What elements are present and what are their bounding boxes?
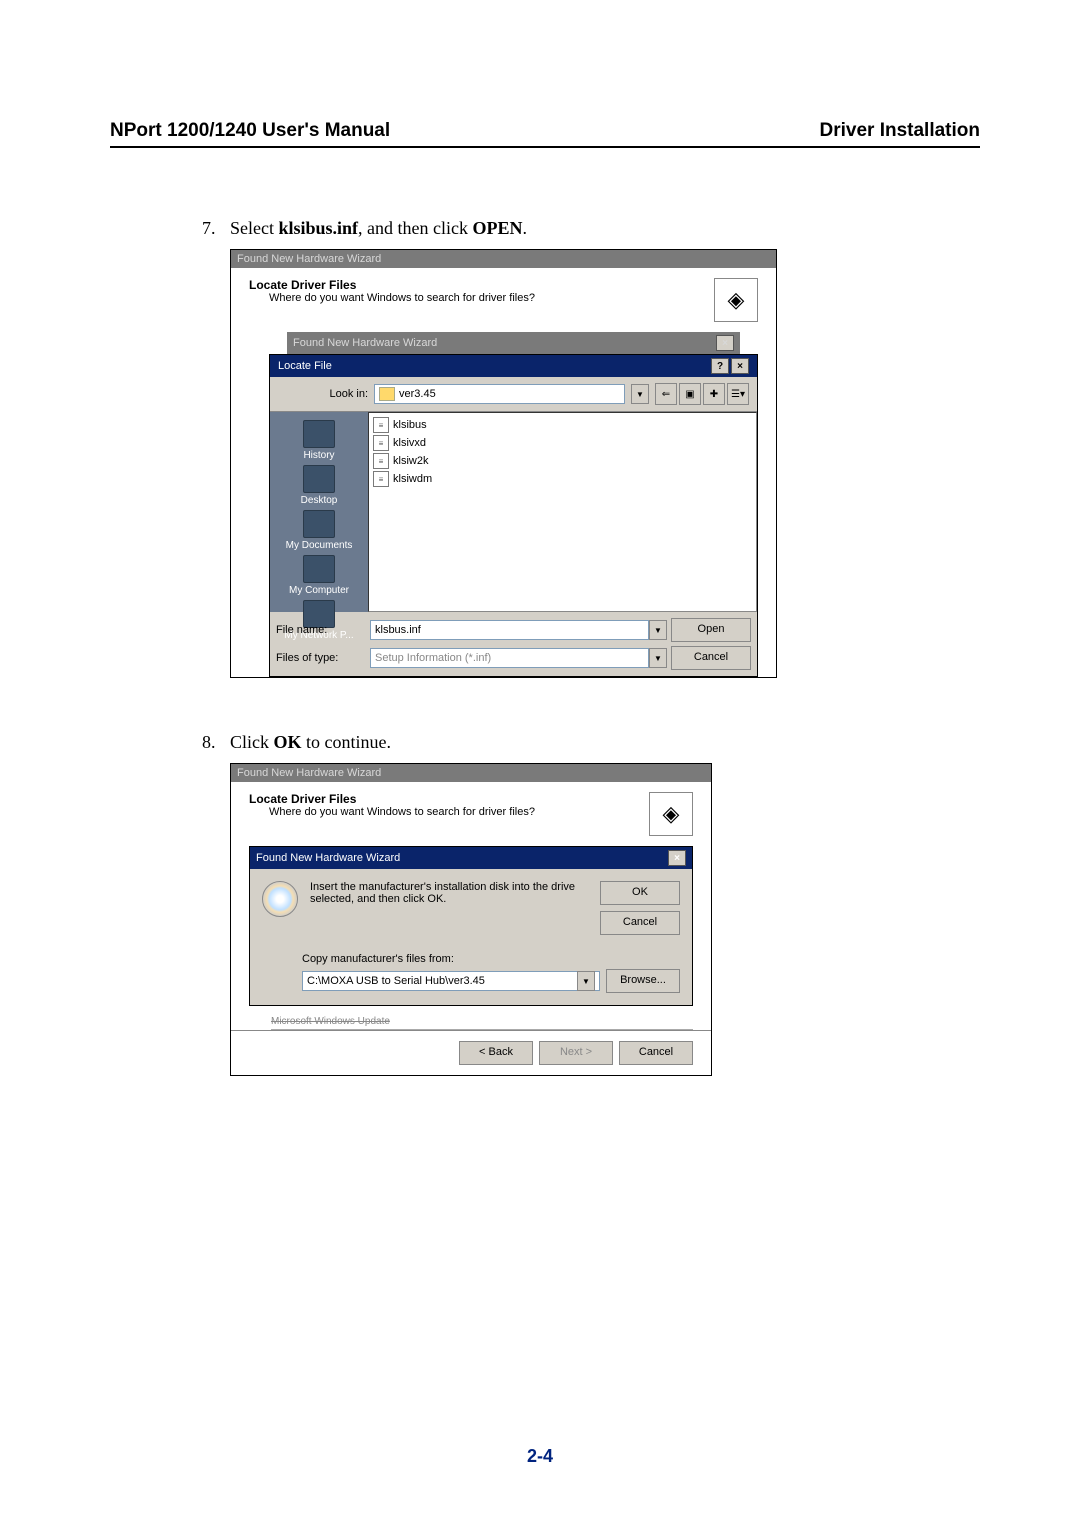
file-list[interactable]: ≡klsibus ≡klsivxd ≡klsiw2k ≡klsiwdm <box>368 412 757 612</box>
wizard-icon: ◈ <box>649 792 693 836</box>
cancel-button[interactable]: Cancel <box>671 646 751 670</box>
close-icon[interactable]: × <box>716 335 734 351</box>
open-button[interactable]: Open <box>671 618 751 642</box>
wizard-subheader: Locate Driver Files Where do you want Wi… <box>231 268 776 332</box>
insert-disk-dialog: Found New Hardware Wizard × Insert the m… <box>249 846 693 1006</box>
inner-inactive-titlebar: Found New Hardware Wizard × <box>287 332 740 354</box>
insert-disk-titlebar: Found New Hardware Wizard × <box>250 847 692 869</box>
insert-disk-message: Insert the manufacturer's installation d… <box>310 881 592 905</box>
folder-icon <box>379 387 395 401</box>
browse-button[interactable]: Browse... <box>606 969 680 993</box>
back-icon[interactable]: ⇐ <box>655 383 677 405</box>
copy-from-combo[interactable]: C:\MOXA USB to Serial Hub\ver3.45 ▼ <box>302 971 600 991</box>
ok-button[interactable]: OK <box>600 881 680 905</box>
locate-driver-caption: Where do you want Windows to search for … <box>269 292 535 304</box>
lookin-combo[interactable]: ver3.45 <box>374 384 625 404</box>
inf-file-icon: ≡ <box>373 471 389 487</box>
cancel-button[interactable]: Cancel <box>600 911 680 935</box>
inf-file-icon: ≡ <box>373 417 389 433</box>
locate-driver-title-2: Locate Driver Files <box>249 792 535 806</box>
place-mycomputer[interactable]: My Computer <box>289 555 349 596</box>
views-icon[interactable]: ☰▾ <box>727 383 749 405</box>
history-icon <box>303 420 335 448</box>
back-button[interactable]: < Back <box>459 1041 533 1065</box>
outer-titlebar-2: Found New Hardware Wizard <box>231 764 711 782</box>
wizard-dialog-2: Found New Hardware Wizard Locate Driver … <box>230 763 712 1076</box>
close-icon[interactable]: × <box>731 358 749 374</box>
help-icon[interactable]: ? <box>711 358 729 374</box>
step-8-text: Click OK to continue. <box>230 732 391 753</box>
dropdown-icon[interactable]: ▼ <box>577 971 595 991</box>
mycomputer-icon <box>303 555 335 583</box>
filetype-label: Files of type: <box>276 652 366 664</box>
header-left: NPort 1200/1240 User's Manual <box>110 120 390 142</box>
locate-file-titlebar: Locate File ? × <box>270 355 757 377</box>
lookin-value: ver3.45 <box>399 388 436 400</box>
filetype-input[interactable]: Setup Information (*.inf) <box>370 648 649 668</box>
step-7-num: 7. <box>202 218 230 239</box>
inf-file-icon: ≡ <box>373 435 389 451</box>
screenshot-1: Found New Hardware Wizard Locate Driver … <box>230 249 980 678</box>
filename-label: File name: <box>276 624 366 636</box>
newfolder-icon[interactable]: ✚ <box>703 383 725 405</box>
desktop-icon <box>303 465 335 493</box>
copy-from-label: Copy manufacturer's files from: <box>302 953 680 965</box>
outer-titlebar: Found New Hardware Wizard <box>231 250 776 268</box>
file-klsivxd[interactable]: ≡klsivxd <box>373 435 426 451</box>
places-bar: History Desktop My Documents My Computer… <box>270 412 368 612</box>
locate-driver-title: Locate Driver Files <box>249 278 535 292</box>
cd-icon <box>262 881 298 917</box>
wizard-icon: ◈ <box>714 278 758 322</box>
place-desktop[interactable]: Desktop <box>301 465 338 506</box>
locate-file-dialog: Locate File ? × Look in: ver3.45 ▼ <box>269 354 758 677</box>
file-klsibus[interactable]: ≡klsibus <box>373 417 427 433</box>
page-header: NPort 1200/1240 User's Manual Driver Ins… <box>110 120 980 148</box>
place-mydocuments[interactable]: My Documents <box>286 510 353 551</box>
wizard-dialog-outer: Found New Hardware Wizard Locate Driver … <box>230 249 777 678</box>
close-icon[interactable]: × <box>668 850 686 866</box>
header-right: Driver Installation <box>820 120 981 142</box>
dropdown-icon[interactable]: ▼ <box>631 384 649 404</box>
cancel-button[interactable]: Cancel <box>619 1041 693 1065</box>
screenshot-2: Found New Hardware Wizard Locate Driver … <box>230 763 980 1076</box>
filename-dropdown-icon[interactable]: ▼ <box>649 620 667 640</box>
file-klsiw2k[interactable]: ≡klsiw2k <box>373 453 428 469</box>
filename-input[interactable]: klsbus.inf <box>370 620 649 640</box>
inf-file-icon: ≡ <box>373 453 389 469</box>
step-7: 7. Select klsibus.inf, and then click OP… <box>202 218 980 239</box>
page-number: 2-4 <box>0 1446 1080 1467</box>
muted-option-row: Microsoft Windows Update <box>271 1016 693 1030</box>
filetype-dropdown-icon[interactable]: ▼ <box>649 648 667 668</box>
wizard-footer: < Back Next > Cancel <box>231 1030 711 1075</box>
up-icon[interactable]: ▣ <box>679 383 701 405</box>
file-klsiwdm[interactable]: ≡klsiwdm <box>373 471 432 487</box>
step-7-text: Select klsibus.inf, and then click OPEN. <box>230 218 527 239</box>
next-button[interactable]: Next > <box>539 1041 613 1065</box>
mydocuments-icon <box>303 510 335 538</box>
lookin-row: Look in: ver3.45 ▼ ⇐ ▣ ✚ ☰▾ <box>270 377 757 412</box>
place-history[interactable]: History <box>303 420 335 461</box>
lookin-label: Look in: <box>278 388 368 400</box>
locate-driver-caption-2: Where do you want Windows to search for … <box>269 806 535 818</box>
step-8-num: 8. <box>202 732 230 753</box>
step-8: 8. Click OK to continue. <box>202 732 980 753</box>
